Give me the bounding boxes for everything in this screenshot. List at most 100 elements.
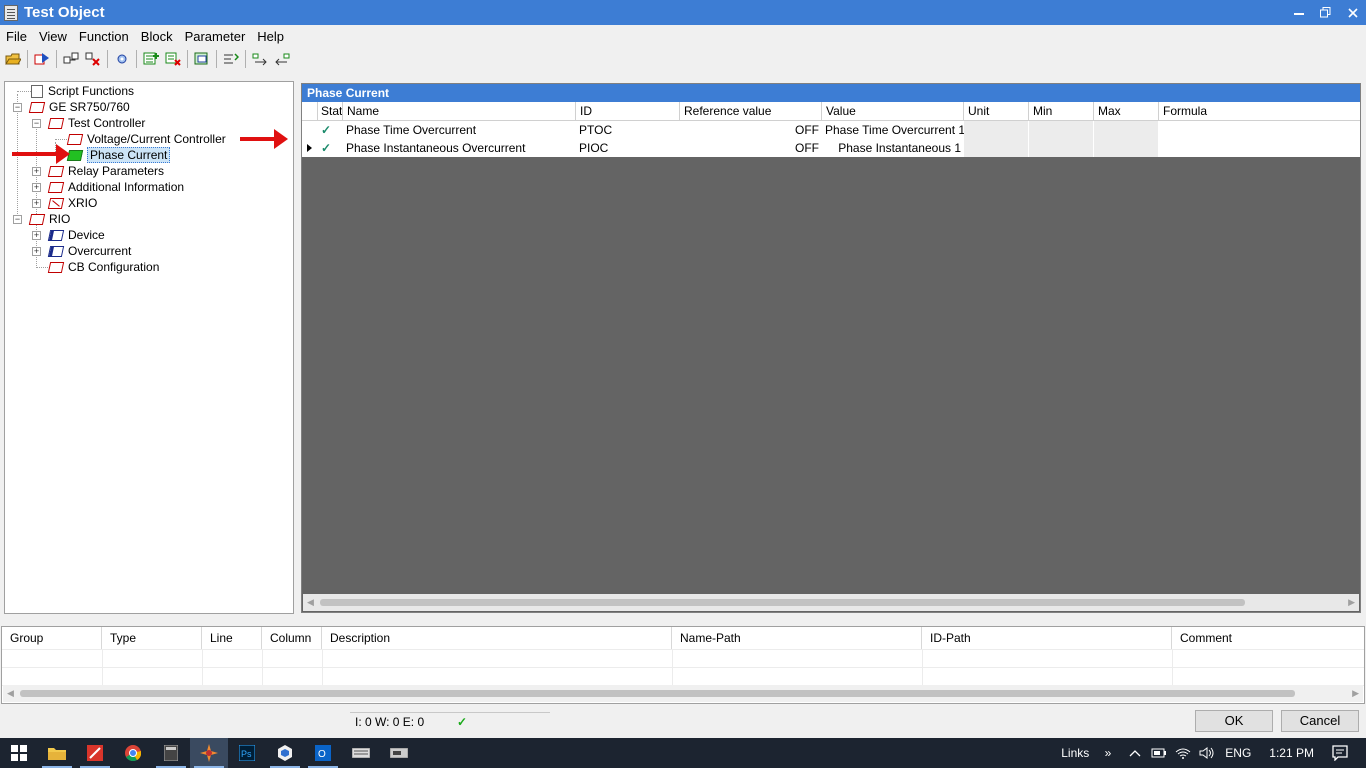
col-header-value[interactable]: Value [822,102,964,121]
chevron-up-icon[interactable] [1129,749,1141,757]
tree-item-relay-parameters[interactable]: Relay Parameters [47,163,164,179]
links-toolbar[interactable]: Links » [1055,746,1117,760]
taskbar-device-app[interactable] [380,738,418,768]
expand-toggle[interactable]: + [32,247,41,256]
tree-item-rio[interactable]: RIO [28,211,70,227]
restore-icon [1320,7,1331,18]
restore-button[interactable] [1312,0,1339,25]
open-button[interactable] [2,48,24,70]
tree-item-phase-current[interactable]: Phase Current [66,147,171,163]
taskbar-chrome[interactable] [114,738,152,768]
tree-item-test-controller[interactable]: Test Controller [47,115,145,131]
tree-item-device[interactable]: Device [47,227,105,243]
scroll-left-icon[interactable]: ◀ [307,597,314,608]
calculate-button[interactable] [191,48,213,70]
scroll-right-icon[interactable]: ▶ [1348,597,1355,608]
taskbar-photoshop[interactable]: Ps [228,738,266,768]
tree-connector [17,94,18,220]
col-header-unit[interactable]: Unit [964,102,1029,121]
clock[interactable]: 1:21 PM [1269,746,1314,760]
menu-view[interactable]: View [33,29,73,44]
compare-button[interactable] [220,48,242,70]
battery-icon[interactable] [1151,747,1167,759]
grid-horizontal-scrollbar[interactable]: ◀ ▶ [303,594,1359,611]
tree-item-ge-sr750[interactable]: GE SR750/760 [28,99,130,115]
taskbar-keyboard-app[interactable] [342,738,380,768]
tree-item-additional-information[interactable]: Additional Information [47,179,184,195]
msg-col-column[interactable]: Column [262,627,322,649]
minimize-button[interactable] [1285,0,1312,25]
input-language[interactable]: ENG [1225,746,1251,760]
table-row[interactable]: ✓ Phase Instantaneous Overcurrent PIOC O… [302,139,1360,157]
messages-horizontal-scrollbar[interactable]: ◀ ▶ [3,685,1363,702]
col-header-max[interactable]: Max [1094,102,1159,121]
move-left-button[interactable] [271,48,293,70]
status-ok-icon: ✓ [457,715,468,729]
taskbar-file-explorer[interactable] [38,738,76,768]
volume-icon[interactable] [1199,747,1215,759]
import-button[interactable] [31,48,53,70]
cell-value[interactable]: Phase Instantaneous 1 [822,139,964,157]
scrollbar-thumb[interactable] [320,599,1245,606]
cancel-button[interactable]: Cancel [1281,710,1359,732]
collapse-toggle[interactable]: − [32,119,41,128]
col-header-id[interactable]: ID [576,102,680,121]
properties-button[interactable] [111,48,133,70]
move-right-button[interactable] [249,48,271,70]
expand-toggle[interactable]: + [32,167,41,176]
menu-file[interactable]: File [0,29,33,44]
col-header-min[interactable]: Min [1029,102,1094,121]
col-header-formula[interactable]: Formula [1159,102,1360,121]
table-row[interactable]: ✓ Phase Time Overcurrent PTOC OFF Phase … [302,121,1360,139]
arrow-left-icon [275,53,290,66]
taskbar-calculator[interactable] [152,738,190,768]
menu-block[interactable]: Block [135,29,179,44]
expand-toggle[interactable]: + [32,199,41,208]
taskbar-test-universe[interactable] [190,738,228,768]
close-button[interactable] [1339,0,1366,25]
menu-help[interactable]: Help [251,29,290,44]
scroll-right-icon[interactable]: ▶ [1352,688,1359,699]
cell-max [1094,121,1159,139]
msg-col-type[interactable]: Type [102,627,202,649]
msg-col-name-path[interactable]: Name-Path [672,627,922,649]
open-folder-icon [5,53,21,65]
tree-item-overcurrent[interactable]: Overcurrent [47,243,131,259]
tree-item-xrio[interactable]: XRIO [47,195,97,211]
expand-toggle[interactable]: + [32,183,41,192]
col-header-name[interactable]: Name [343,102,576,121]
add-block-button[interactable] [60,48,82,70]
expand-toggle[interactable]: + [32,231,41,240]
tree-item-script-functions[interactable]: Script Functions [31,83,134,99]
add-parameter-button[interactable] [140,48,162,70]
start-button[interactable] [0,738,38,768]
collapse-toggle[interactable]: − [13,103,22,112]
msg-col-description[interactable]: Description [322,627,672,649]
delete-parameter-button[interactable] [162,48,184,70]
script-icon [31,84,43,98]
tree-item-voltage-current-controller[interactable]: Voltage/Current Controller [66,131,226,147]
collapse-toggle[interactable]: − [13,215,22,224]
ok-button[interactable]: OK [1195,710,1273,732]
scrollbar-thumb[interactable] [20,690,1295,697]
msg-col-id-path[interactable]: ID-Path [922,627,1172,649]
msg-col-line[interactable]: Line [202,627,262,649]
delete-block-button[interactable] [82,48,104,70]
svg-text:O: O [318,749,326,760]
taskbar-app-shield[interactable] [266,738,304,768]
tree-item-cb-configuration[interactable]: CB Configuration [47,259,159,275]
menu-parameter[interactable]: Parameter [179,29,252,44]
menu-function[interactable]: Function [73,29,135,44]
col-header-reference-value[interactable]: Reference value [680,102,822,121]
col-header-stat[interactable]: Stat [318,102,343,121]
taskbar-outlook[interactable]: O [304,738,342,768]
msg-col-group[interactable]: Group [2,627,102,649]
notifications-icon[interactable] [1332,745,1348,761]
compare-icon [224,53,239,64]
taskbar-pdf-app[interactable] [76,738,114,768]
cell-value[interactable]: Phase Time Overcurrent 1 [822,121,964,139]
msg-col-comment[interactable]: Comment [1172,627,1364,649]
scroll-left-icon[interactable]: ◀ [7,688,14,699]
col-divider [672,649,673,687]
wifi-icon[interactable] [1175,747,1191,759]
